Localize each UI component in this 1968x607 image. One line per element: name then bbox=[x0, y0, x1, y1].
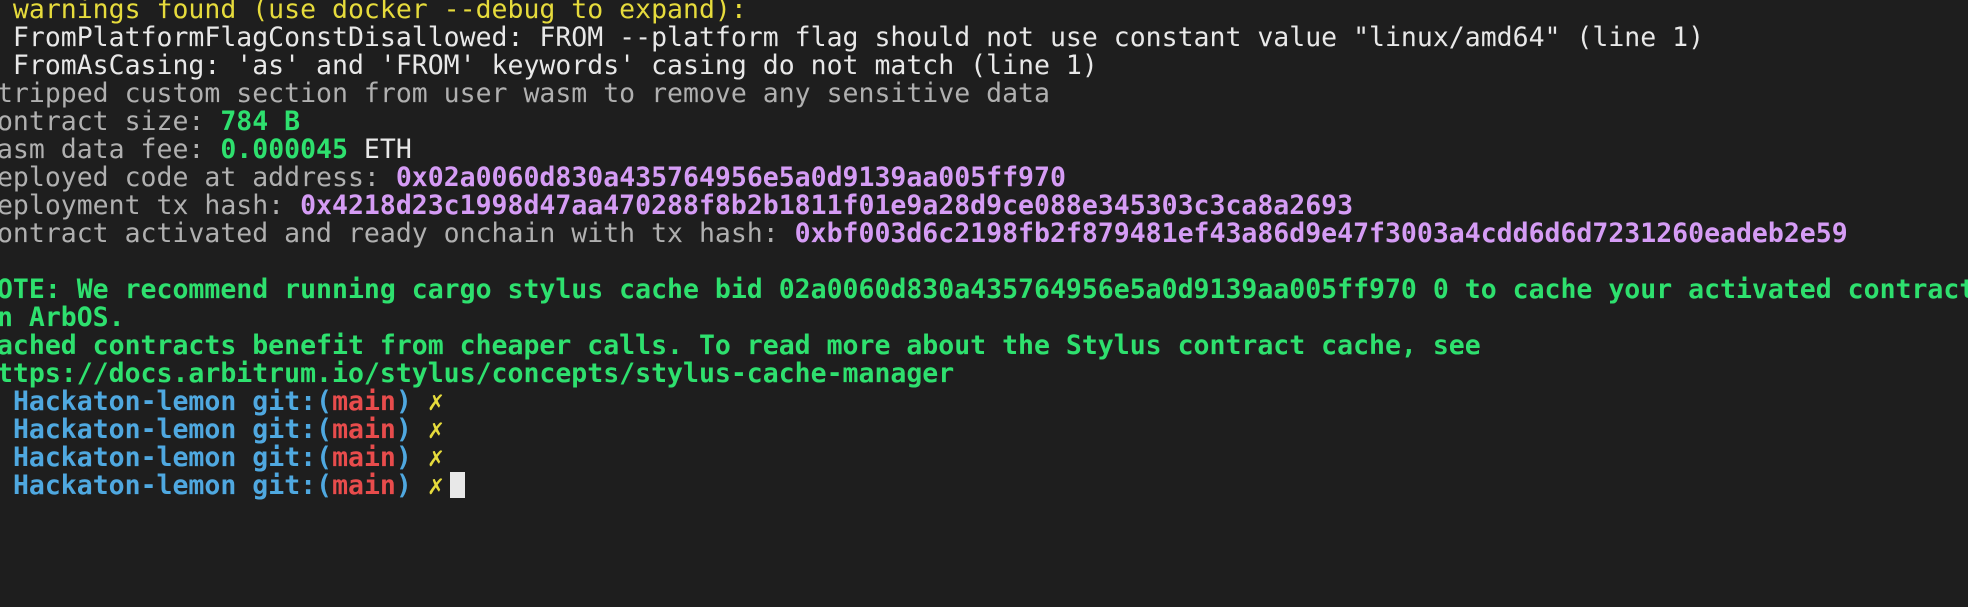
text-cursor[interactable] bbox=[449, 472, 465, 498]
terminal-window[interactable]: 2 warnings found (use docker --debug to … bbox=[0, 0, 1968, 607]
prompt-git-label: git:( bbox=[252, 470, 333, 501]
prompt-branch: main bbox=[332, 470, 396, 501]
note-line: NOTE: We recommend running cargo stylus … bbox=[0, 274, 1968, 305]
activation-tx-label: contract activated and ready onchain wit… bbox=[0, 218, 795, 249]
prompt-git-close: ) bbox=[395, 470, 412, 501]
shell-prompt-active[interactable]: ➜ Hackaton-lemon git:(main) ✗ bbox=[0, 468, 465, 503]
activation-tx-value: 0xbf003d6c2198fb2f879481ef43a86d9e47f300… bbox=[794, 218, 1848, 249]
prompt-directory: Hackaton-lemon bbox=[12, 470, 237, 501]
activation-tx-line: contract activated and ready onchain wit… bbox=[0, 216, 1848, 251]
dirty-icon: ✗ bbox=[427, 470, 444, 501]
